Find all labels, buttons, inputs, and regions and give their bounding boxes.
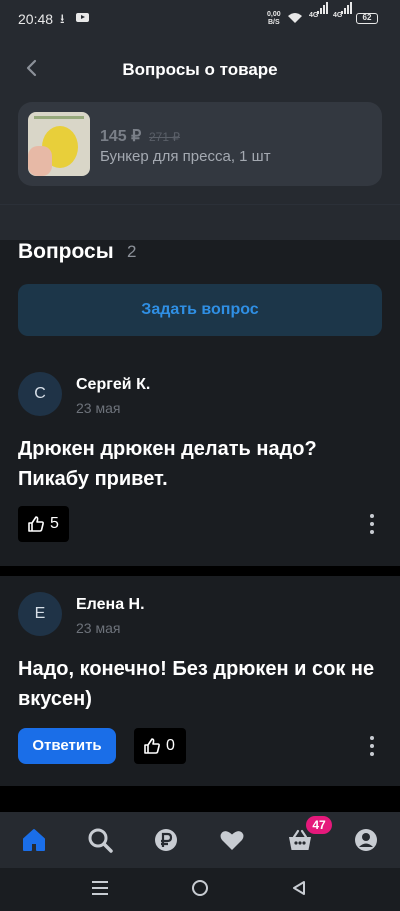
home-icon[interactable]: [20, 826, 48, 854]
product-image: [28, 112, 90, 176]
home-nav-icon[interactable]: [192, 880, 208, 896]
profile-icon[interactable]: [352, 826, 380, 854]
reply-button[interactable]: Ответить: [18, 728, 116, 764]
divider: [0, 204, 400, 205]
tab-bar: [0, 812, 400, 868]
like-button[interactable]: 0: [134, 728, 186, 764]
question-date: 23 мая: [76, 400, 121, 416]
status-bar: 20:48 ⭳ 0,00 B/S 4G 4G 62: [0, 0, 400, 40]
product-old-price: 271 ₽: [149, 130, 180, 144]
wifi-icon: [288, 13, 302, 23]
question-author: Сергей К.: [76, 376, 151, 393]
battery-icon: 62: [356, 13, 378, 24]
answer-author: Елена Н.: [76, 596, 145, 613]
like-button[interactable]: 5: [18, 506, 69, 542]
signal-icon: 4G: [309, 2, 333, 26]
product-name: Бункер для пресса, 1 шт: [100, 148, 271, 165]
answer-date: 23 мая: [76, 620, 121, 636]
heart-icon[interactable]: [218, 826, 246, 854]
avatar: С: [18, 372, 62, 416]
status-time: 20:48: [18, 11, 54, 27]
question-text: Дрюкен дрюкен делать надо? Пикабу привет…: [18, 438, 317, 490]
more-options-icon[interactable]: [362, 734, 382, 758]
search-icon[interactable]: [86, 826, 114, 854]
network-speed: 0,00 B/S: [267, 11, 281, 26]
youtube-icon: [76, 13, 89, 22]
more-options-icon[interactable]: [362, 512, 382, 536]
cart-badge: 47: [306, 816, 332, 834]
separator: [0, 566, 400, 576]
download-icon: ⭳: [60, 11, 65, 26]
like-count: 0: [166, 737, 175, 754]
recent-apps-icon[interactable]: [92, 881, 108, 895]
product-card[interactable]: [18, 102, 382, 186]
like-count: 5: [50, 515, 59, 532]
page-title: Вопросы о товаре: [122, 60, 278, 79]
thumbs-up-icon: [144, 738, 160, 754]
back-nav-icon[interactable]: [292, 880, 306, 896]
section-title: Вопросы: [18, 240, 114, 263]
avatar: Е: [18, 592, 62, 636]
signal-icon: 4G: [333, 2, 357, 26]
product-price: 145 ₽: [100, 128, 142, 145]
ruble-icon[interactable]: [152, 826, 180, 854]
ask-question-button[interactable]: Задать вопрос: [18, 284, 382, 336]
answer-text: Надо, конечно! Без дрюкен и сок не вкусе…: [18, 658, 375, 710]
questions-count: 2: [127, 242, 137, 261]
thumbs-up-icon: [28, 516, 44, 532]
separator: [0, 786, 400, 812]
